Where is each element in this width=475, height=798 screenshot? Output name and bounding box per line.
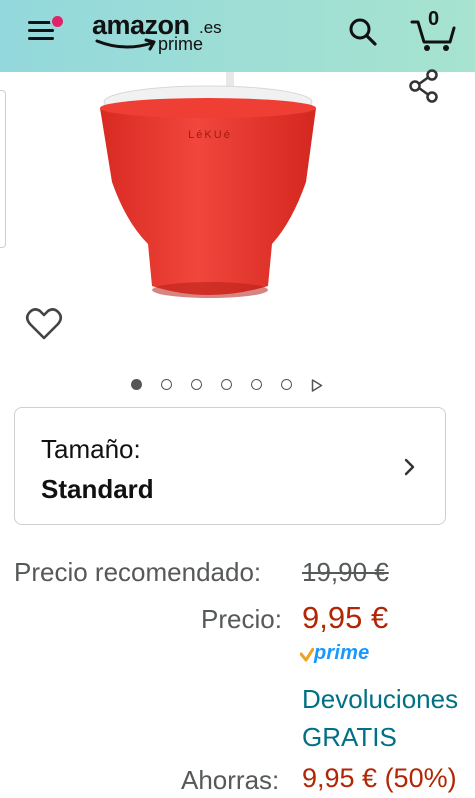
amazon-prime-logo[interactable]: amazon .es prime bbox=[92, 10, 222, 58]
prime-check-icon bbox=[300, 648, 314, 662]
size-label: Tamaño: bbox=[41, 434, 141, 464]
prime-badge: prime bbox=[300, 642, 390, 668]
size-value: Standard bbox=[41, 474, 154, 504]
price-value: 9,95 € bbox=[302, 600, 389, 635]
menu-icon-line bbox=[28, 29, 54, 32]
list-price-label: Precio recomendado: bbox=[14, 557, 262, 587]
smile-arrow-icon bbox=[95, 38, 156, 51]
search-icon bbox=[349, 18, 377, 46]
pagination-dot-1[interactable] bbox=[131, 379, 142, 390]
play-icon[interactable] bbox=[311, 379, 323, 392]
size-selector[interactable]: Tamaño: Standard bbox=[14, 407, 446, 525]
pagination-dot-6[interactable] bbox=[281, 379, 292, 390]
pagination-dot-3[interactable] bbox=[191, 379, 202, 390]
free-returns-link[interactable]: Devoluciones GRATIS bbox=[302, 680, 475, 756]
returns-line-2: GRATIS bbox=[302, 722, 397, 752]
menu-button[interactable] bbox=[26, 14, 65, 45]
logo-prime-text: prime bbox=[158, 34, 204, 54]
pagination-dot-5[interactable] bbox=[251, 379, 262, 390]
cart-button[interactable]: 0 bbox=[410, 8, 458, 52]
prime-badge-text: prime bbox=[314, 642, 370, 664]
side-drawer-tab[interactable] bbox=[0, 90, 6, 248]
menu-icon-line bbox=[28, 37, 54, 40]
notification-dot bbox=[50, 14, 65, 29]
top-navigation-bar: amazon .es prime 0 bbox=[0, 0, 475, 72]
pagination-dot-2[interactable] bbox=[161, 379, 172, 390]
list-price: 19,90 € bbox=[302, 557, 389, 587]
share-icon bbox=[409, 69, 438, 103]
share-button[interactable] bbox=[407, 68, 443, 104]
pagination-dot-4[interactable] bbox=[221, 379, 232, 390]
wishlist-button[interactable] bbox=[25, 306, 63, 342]
savings-value: 9,95 € (50%) bbox=[302, 763, 457, 793]
cart-count: 0 bbox=[428, 8, 440, 30]
search-button[interactable] bbox=[348, 17, 378, 47]
savings-label: Ahorras: bbox=[181, 765, 280, 795]
returns-line-1: Devoluciones bbox=[302, 684, 459, 714]
brand-mark-text: LéKUé bbox=[188, 129, 232, 141]
price-label: Precio: bbox=[201, 604, 282, 634]
heart-icon bbox=[25, 308, 63, 340]
chevron-right-icon bbox=[404, 458, 415, 476]
product-image[interactable]: LéKUé bbox=[92, 72, 322, 372]
image-pagination bbox=[128, 378, 338, 394]
